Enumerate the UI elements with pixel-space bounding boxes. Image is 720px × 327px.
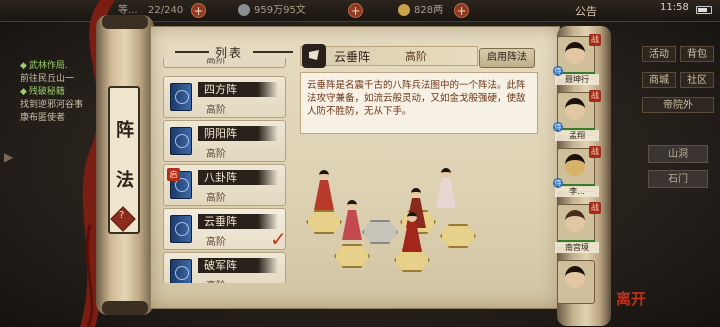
hero-figure[interactable] — [434, 168, 458, 213]
list-item-yunchui[interactable]: 云垂阵 高阶 ✓ — [163, 208, 286, 251]
battle-badge: 战 — [589, 202, 601, 214]
book-icon — [170, 83, 192, 111]
checkmark-icon: ✓ — [270, 227, 286, 251]
formation-field — [296, 140, 492, 300]
role-badge: 侍 — [553, 122, 563, 132]
list-item-yinyang[interactable]: 阴阳阵 高阶 — [163, 120, 286, 162]
formation-name: 云垂阵 — [334, 50, 371, 64]
cave-button[interactable]: 山洞 — [648, 145, 708, 163]
help-seal-text: ? — [119, 210, 125, 222]
add-gold-button[interactable]: + — [454, 3, 469, 18]
roster-character[interactable]: 聂坤行 战 侍 — [553, 34, 601, 86]
role-badge: 侍 — [553, 66, 563, 76]
stamina-value: 22/240 — [148, 5, 184, 16]
list-item-name: 阴阳阵 — [204, 127, 237, 140]
hero-body — [402, 222, 422, 252]
formation-tier: 高阶 — [405, 50, 427, 63]
role-badge: 侍 — [553, 178, 563, 188]
hero-head — [411, 188, 421, 198]
menu-shop-button[interactable]: 商城 — [642, 72, 676, 88]
book-icon — [170, 127, 192, 155]
scroll-cap-top — [102, 15, 148, 29]
flag-icon — [302, 44, 326, 68]
character-name: 聂坤行 — [555, 74, 599, 85]
hero-body — [314, 180, 334, 210]
list-item-tier: 高阶 — [206, 193, 226, 204]
battle-badge: 战 — [589, 146, 601, 158]
hero-figure[interactable] — [340, 200, 364, 245]
character-name: 南宫境 — [555, 242, 599, 253]
add-stamina-button[interactable]: + — [191, 3, 206, 18]
leave-seal-button[interactable]: 离开 — [616, 288, 646, 309]
divider-right — [253, 51, 293, 53]
battle-badge: 战 — [589, 90, 601, 102]
character-name: 李... — [555, 186, 599, 197]
formation-slot[interactable] — [334, 244, 370, 268]
stone-gate-button[interactable]: 石门 — [648, 170, 708, 188]
portrait-face — [565, 154, 585, 176]
list-item-sifang[interactable]: 四方阵 高阶 — [163, 76, 286, 118]
hero-body — [436, 178, 456, 208]
battle-badge: 战 — [589, 34, 601, 46]
list-item-name: 破军阵 — [204, 259, 237, 272]
enabled-badge: 启 — [167, 168, 180, 181]
roster-character[interactable]: 南宫境 战 — [553, 202, 601, 254]
hero-head — [407, 212, 417, 222]
list-item-tier: 高阶 — [206, 105, 226, 116]
tab-char-1: 阵 — [116, 120, 134, 141]
list-item-tier: 高阶 — [206, 149, 226, 160]
game-screen: 等... 22/240 + 959万95文 + 828两 + 公告 11:58 … — [0, 0, 720, 327]
scroll-cap-bottom — [102, 301, 148, 315]
list-item-tier: 高阶 — [206, 237, 226, 248]
hero-head — [347, 200, 357, 210]
book-icon — [170, 259, 192, 283]
formation-slot[interactable] — [440, 224, 476, 248]
portrait-face — [565, 42, 585, 64]
character-name: 孟翔 — [555, 130, 599, 141]
formation-description: 云垂阵是名震千古的八阵兵法图中的一个阵法。此阵法攻守兼备，如流云般灵动，又如金戈… — [300, 72, 538, 134]
menu-community-button[interactable]: 社区 — [680, 72, 714, 88]
silver-icon — [238, 4, 250, 16]
roster-character[interactable]: 孟翔 战 侍 — [553, 90, 601, 142]
detail-banner — [300, 46, 478, 66]
hero-figure[interactable] — [312, 170, 336, 215]
hero-figure[interactable] — [400, 212, 424, 257]
silver-display: 959万95文 — [238, 3, 306, 19]
enable-formation-button[interactable]: 启用阵法 — [479, 48, 535, 68]
menu-activity-button[interactable]: 活动 — [642, 46, 676, 62]
portrait-face — [565, 266, 585, 288]
formation-list[interactable]: 高阶 四方阵 高阶 阴阳阵 高阶 启 八卦阵 高阶 云垂阵 高阶 ✓ 破军阵 — [163, 58, 286, 283]
roster-character[interactable] — [553, 260, 601, 310]
list-item-name: 八卦阵 — [204, 171, 237, 184]
formation-slot-empty[interactable] — [362, 220, 398, 244]
announcement-button[interactable]: 公告 — [575, 3, 597, 19]
hero-head — [441, 168, 451, 178]
collapse-arrow-icon[interactable]: ▶ — [4, 150, 13, 164]
clock: 11:58 — [660, 2, 689, 13]
divider-left — [175, 51, 209, 53]
menu-bag-button[interactable]: 背包 — [680, 46, 714, 62]
menu-location-label: 帝院外 — [642, 97, 714, 113]
list-item-tier: 高阶 — [206, 277, 226, 283]
gold-value: 828两 — [414, 5, 444, 16]
list-item-name: 四方阵 — [204, 83, 237, 96]
silver-value: 959万95文 — [254, 5, 306, 16]
hero-head — [319, 170, 329, 180]
list-item-partial[interactable]: 高阶 — [163, 58, 286, 68]
portrait-face — [565, 210, 585, 232]
book-icon — [170, 215, 192, 243]
list-item-name: 云垂阵 — [204, 215, 237, 228]
roster-character[interactable]: 李... 战 侍 — [553, 146, 601, 198]
battery-icon — [696, 6, 712, 14]
gold-display: 828两 — [398, 3, 443, 19]
gold-icon — [398, 4, 410, 16]
list-item-bagua[interactable]: 启 八卦阵 高阶 — [163, 164, 286, 206]
list-item-tier: 高阶 — [206, 58, 226, 66]
hero-body — [342, 210, 362, 240]
list-item-pojun[interactable]: 破军阵 高阶 — [163, 252, 286, 283]
add-silver-button[interactable]: + — [348, 3, 363, 18]
portrait-face — [565, 98, 585, 120]
tab-char-2: 法 — [116, 170, 134, 191]
